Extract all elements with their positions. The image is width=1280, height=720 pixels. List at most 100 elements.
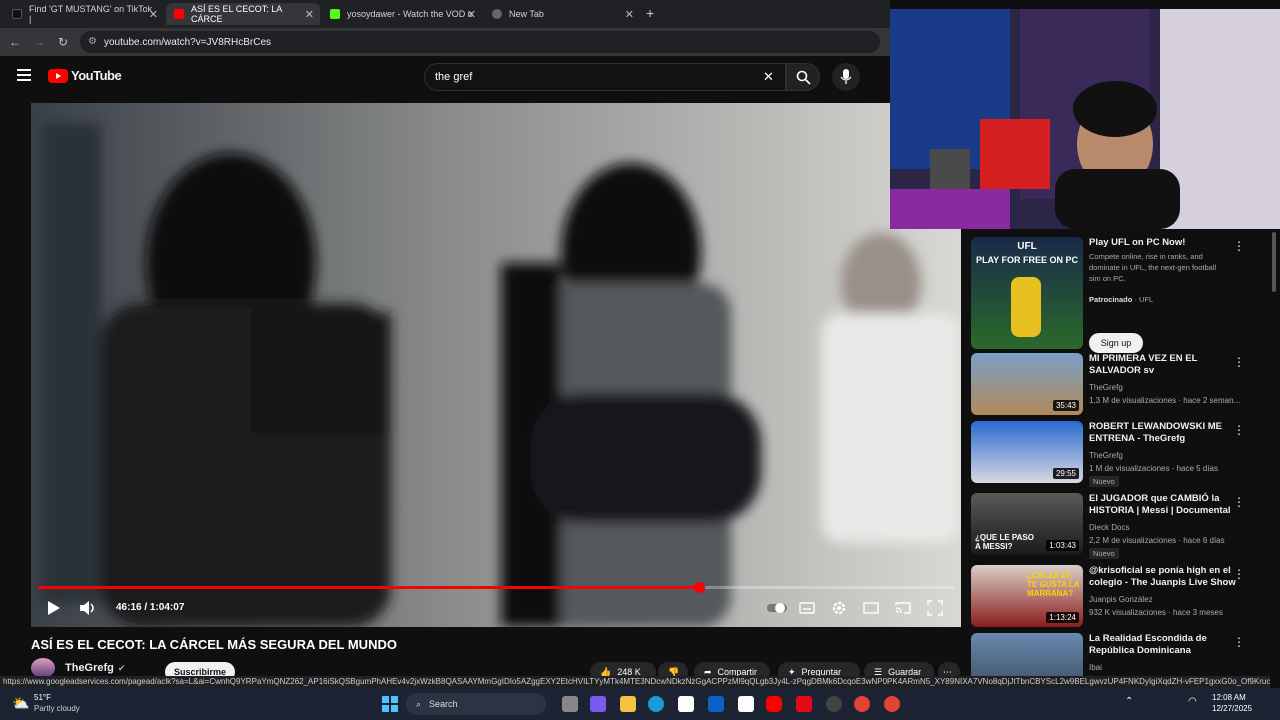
video-title: ASÍ ES EL CECOT: LA CÁRCEL MÁS SEGURA DE…	[31, 637, 397, 652]
video-thumbnail[interactable]: ¿CALZA 47, TE GUSTA LA MARRANA? 1:13:24	[971, 565, 1083, 627]
logo-text: YouTube	[71, 68, 122, 83]
play-button[interactable]	[44, 599, 62, 617]
chrome-taskbar-icon[interactable]	[854, 696, 870, 712]
video-title[interactable]: @krisoficial se ponía high en el colegio…	[1089, 565, 1239, 589]
tab-youtube-active[interactable]: ASÍ ES EL CECOT: LA CÁRCE ✕	[166, 3, 320, 25]
video-title[interactable]: MI PRIMERA VEZ EN EL SALVADOR sv	[1089, 353, 1239, 377]
subtitles-button[interactable]	[798, 599, 816, 617]
browser-tab-bar: Find 'GT MUSTANG' on TikTok | ✕ ASÍ ES E…	[0, 0, 890, 28]
channel-name[interactable]: Juanpis González	[1089, 595, 1153, 604]
volume-icon	[80, 601, 94, 615]
voice-search-button[interactable]	[832, 63, 860, 91]
autoplay-toggle[interactable]	[766, 599, 788, 617]
more-vert-icon[interactable]: ⋮	[1233, 239, 1245, 253]
search-icon: ⌕	[416, 698, 422, 709]
time-display: 46:16 / 1:04:07	[116, 602, 185, 613]
ad-description: Compete online, rise in ranks, and domin…	[1089, 252, 1217, 283]
list-item[interactable]: ¿QUE LE PASO A MESSI? 1:03:43 El JUGADOR…	[971, 493, 1271, 559]
chrome-taskbar-icon[interactable]	[884, 696, 900, 712]
sign-up-button[interactable]: Sign up	[1089, 333, 1143, 353]
settings-button[interactable]	[830, 599, 848, 617]
channel-name[interactable]: Ibai	[1089, 663, 1102, 672]
more-vert-icon[interactable]: ⋮	[1233, 635, 1245, 649]
theater-mode-icon	[863, 602, 879, 614]
app-icon[interactable]	[738, 696, 754, 712]
ad-card[interactable]: UFL PLAY FOR FREE ON PC Play UFL on PC N…	[971, 237, 1271, 353]
weather-icon[interactable]: ⛅	[12, 695, 29, 712]
channel-name[interactable]: TheGrefg	[65, 662, 114, 674]
tab-tiktok[interactable]: Find 'GT MUSTANG' on TikTok | ✕	[4, 3, 164, 25]
video-title[interactable]: El JUGADOR que CAMBIÓ la HISTORIA | Mess…	[1089, 493, 1239, 517]
sidebar-scrollbar[interactable]	[1272, 232, 1276, 292]
progress-bar-played	[38, 586, 700, 589]
avatar[interactable]	[31, 658, 55, 678]
search-button[interactable]	[786, 63, 820, 91]
clear-search-icon[interactable]: ✕	[763, 69, 774, 85]
ad-thumbnail[interactable]: UFL PLAY FOR FREE ON PC	[971, 237, 1083, 349]
fullscreen-button[interactable]	[926, 599, 944, 617]
close-icon[interactable]: ✕	[625, 8, 634, 21]
autoplay-icon	[767, 603, 787, 613]
outlook-icon[interactable]	[708, 696, 724, 712]
channel-name[interactable]: TheGrefg	[1089, 383, 1123, 392]
channel-name[interactable]: TheGrefg	[1089, 451, 1123, 460]
url-text: youtube.com/watch?v=JV8RHcBrCes	[104, 36, 272, 48]
file-explorer-icon[interactable]	[620, 696, 636, 712]
close-icon[interactable]: ✕	[149, 8, 158, 21]
reload-icon[interactable]: ↻	[54, 33, 72, 51]
menu-icon[interactable]	[17, 69, 31, 81]
video-thumbnail[interactable]	[971, 633, 1083, 676]
youtube-taskbar-icon[interactable]	[766, 696, 782, 712]
gear-icon	[832, 601, 846, 615]
windows-start-icon[interactable]	[382, 696, 398, 712]
back-arrow-icon[interactable]: ←	[6, 33, 24, 51]
video-meta: 1,3 M de visualizaciones · hace 2 seman.…	[1089, 396, 1241, 405]
chevron-up-icon[interactable]: ⌃	[1125, 696, 1133, 707]
address-bar[interactable]: ⚙ youtube.com/watch?v=JV8RHcBrCes	[80, 31, 880, 53]
more-vert-icon[interactable]: ⋮	[1233, 355, 1245, 369]
new-badge: Nuevo	[1089, 476, 1119, 487]
copilot-icon[interactable]	[590, 696, 606, 712]
list-item[interactable]: 29:55 ROBERT LEWANDOWSKI ME ENTRENA - Th…	[971, 421, 1271, 487]
list-item[interactable]: La Realidad Escondida de República Domin…	[971, 633, 1271, 676]
edge-icon[interactable]	[648, 696, 664, 712]
mute-button[interactable]	[78, 599, 96, 617]
video-title[interactable]: La Realidad Escondida de República Domin…	[1089, 633, 1239, 657]
play-icon	[48, 601, 60, 615]
taskbar-search[interactable]: ⌕ Search	[406, 693, 546, 715]
more-vert-icon[interactable]: ⋮	[1233, 423, 1245, 437]
site-info-icon[interactable]: ⚙	[88, 36, 97, 47]
forward-arrow-icon[interactable]: →	[30, 33, 48, 51]
tab-label: ASÍ ES EL CECOT: LA CÁRCE	[191, 4, 282, 24]
video-thumbnail[interactable]: 35:43	[971, 353, 1083, 415]
cast-button[interactable]	[894, 599, 912, 617]
duration-badge: 1:03:43	[1046, 540, 1079, 551]
video-title[interactable]: ROBERT LEWANDOWSKI ME ENTRENA - TheGrefg	[1089, 421, 1239, 445]
app-icon[interactable]	[826, 696, 842, 712]
close-icon[interactable]: ✕	[467, 8, 476, 21]
tab-kick[interactable]: yosoydawer - Watch the VOD o ✕	[322, 3, 482, 25]
more-vert-icon[interactable]: ⋮	[1233, 567, 1245, 581]
ad-title[interactable]: Play UFL on PC Now!	[1089, 237, 1239, 249]
wifi-icon[interactable]: ◠	[1188, 696, 1197, 707]
more-vert-icon[interactable]: ⋮	[1233, 495, 1245, 509]
theater-mode-button[interactable]	[862, 599, 880, 617]
youtube-logo[interactable]: YouTube	[48, 68, 122, 83]
ad-logo-text: UFL	[1017, 241, 1037, 252]
video-thumbnail[interactable]: ¿QUE LE PASO A MESSI? 1:03:43	[971, 493, 1083, 555]
video-thumbnail[interactable]: 29:55	[971, 421, 1083, 483]
thumbnail-text: ¿QUE LE PASO A MESSI?	[975, 533, 1034, 551]
list-item[interactable]: 35:43 MI PRIMERA VEZ EN EL SALVADOR sv T…	[971, 353, 1271, 415]
search-input[interactable]: the gref ✕	[424, 63, 786, 91]
task-view-icon[interactable]	[562, 696, 578, 712]
clock-date: 12/27/2025	[1212, 704, 1253, 713]
store-icon[interactable]	[678, 696, 694, 712]
netflix-icon[interactable]	[796, 696, 812, 712]
status-bar-url: https://www.googleadservices.com/pagead/…	[0, 676, 1270, 688]
video-player[interactable]	[31, 103, 961, 627]
close-icon[interactable]: ✕	[305, 8, 314, 21]
tab-new-tab[interactable]: New Tab ✕	[484, 3, 640, 25]
channel-name[interactable]: Dieck Docs	[1089, 523, 1129, 532]
list-item[interactable]: ¿CALZA 47, TE GUSTA LA MARRANA? 1:13:24 …	[971, 565, 1271, 627]
new-tab-button[interactable]: +	[646, 5, 654, 21]
